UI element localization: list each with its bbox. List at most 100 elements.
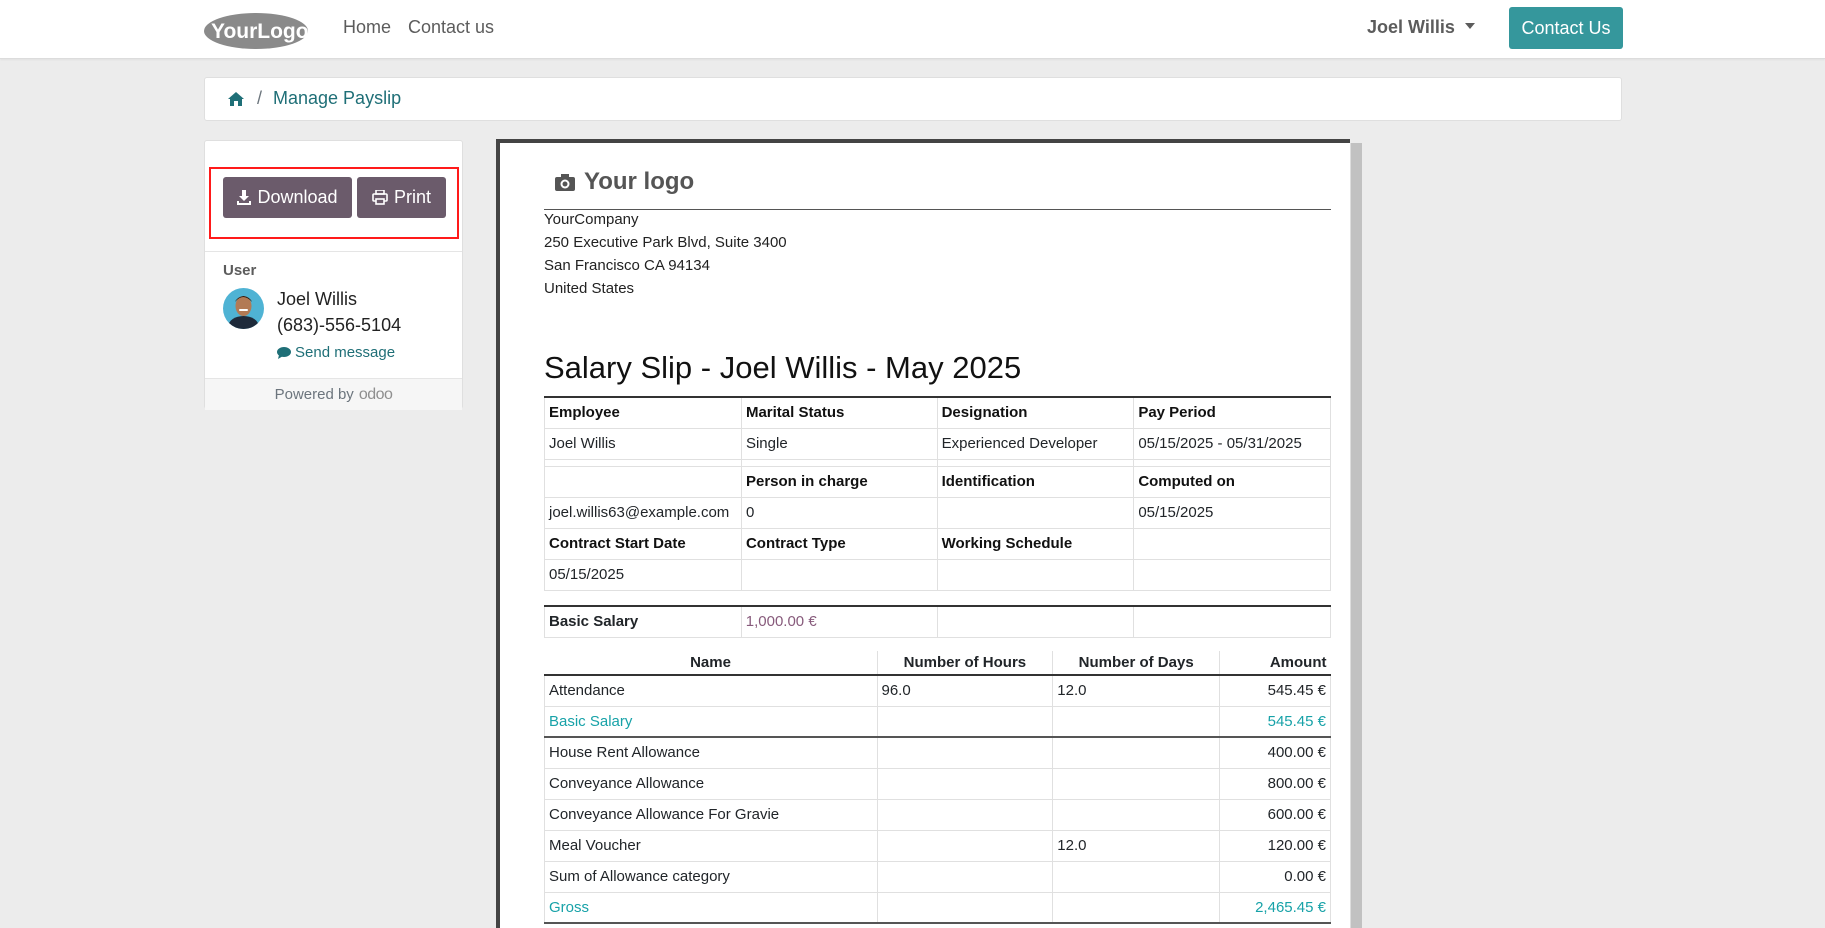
comment-icon [277, 347, 291, 359]
line-name: Basic Salary [544, 705, 878, 738]
home-icon[interactable] [227, 90, 245, 108]
marital-status-value: Single [740, 427, 938, 460]
nav-home-link[interactable]: Home [343, 17, 391, 38]
send-message-link[interactable]: Send message [277, 344, 395, 361]
table-row: Meal Voucher 12.0 120.00 € [544, 829, 1331, 862]
empty-cell [936, 605, 1135, 638]
line-hours [876, 767, 1054, 800]
company-name: YourCompany [544, 211, 639, 228]
table-row: Conveyance Allowance 800.00 € [544, 767, 1331, 800]
header-designation: Designation [936, 396, 1135, 429]
line-name: Gross [544, 891, 878, 924]
divider [205, 251, 462, 252]
line-name: Sum of Allowance category [544, 860, 878, 893]
contract-type-value [740, 558, 938, 591]
document-scrollbar[interactable] [1350, 143, 1362, 928]
line-amount: 0.00 € [1219, 860, 1331, 893]
print-button[interactable]: Print [357, 177, 446, 218]
person-in-charge-value: 0 [740, 496, 938, 529]
header-identification: Identification [936, 465, 1135, 498]
working-schedule-value [936, 558, 1135, 591]
line-days: 12.0 [1052, 829, 1221, 862]
payslip-title: Salary Slip - Joel Willis - May 2025 [544, 350, 1022, 385]
column-header-amount: Amount [1219, 651, 1331, 676]
breadcrumb-separator: / [257, 88, 263, 108]
site-logo[interactable]: YourLogo [203, 10, 309, 50]
download-button[interactable]: Download [223, 177, 352, 218]
send-message-label: Send message [295, 344, 396, 361]
download-icon [237, 190, 252, 205]
line-days [1052, 736, 1221, 769]
table-row: Basic Salary 545.45 € [544, 705, 1331, 738]
header-employee: Employee [544, 396, 742, 429]
header-rule [544, 209, 1331, 210]
line-hours [876, 705, 1054, 738]
line-name: Attendance [544, 674, 878, 707]
computed-on-value: 05/15/2025 [1133, 496, 1331, 529]
line-days: 12.0 [1052, 674, 1221, 707]
breadcrumb: / Manage Payslip [204, 77, 1622, 121]
company-address-line2: San Francisco CA 94134 [544, 257, 710, 274]
empty-cell [544, 465, 742, 498]
basic-salary-label: Basic Salary [544, 605, 742, 638]
header-contract-start-date: Contract Start Date [544, 527, 742, 560]
top-navbar: YourLogo Home Contact us Joel Willis Con… [0, 0, 1825, 59]
odoo-logo[interactable]: odoo [359, 386, 393, 404]
basic-salary-table: Basic Salary 1,000.00 € [544, 605, 1331, 638]
designation-value: Experienced Developer [936, 427, 1135, 460]
line-days [1052, 767, 1221, 800]
line-days [1052, 705, 1221, 738]
document-logo-text: Your logo [584, 168, 695, 195]
breadcrumb-current[interactable]: Manage Payslip [273, 88, 401, 109]
user-menu-name: Joel Willis [1367, 17, 1455, 37]
column-header-name: Name [544, 651, 877, 676]
employee-value: Joel Willis [544, 427, 742, 460]
empty-cell [1133, 605, 1331, 638]
user-menu-dropdown[interactable]: Joel Willis [1367, 17, 1475, 38]
salary-lines-table: Name Number of Hours Number of Days Amou… [544, 651, 1331, 924]
line-amount: 120.00 € [1219, 829, 1331, 862]
table-row: Conveyance Allowance For Gravie 600.00 € [544, 798, 1331, 831]
table-row: House Rent Allowance 400.00 € [544, 736, 1331, 769]
user-section-label: User [223, 262, 257, 279]
table-row: Attendance 96.0 12.0 545.45 € [544, 674, 1331, 707]
header-working-schedule: Working Schedule [936, 527, 1135, 560]
line-amount: 545.45 € [1219, 705, 1331, 738]
nav-contact-link[interactable]: Contact us [408, 17, 494, 38]
header-contract-type: Contract Type [740, 527, 938, 560]
line-hours [876, 736, 1054, 769]
company-address-line1: 250 Executive Park Blvd, Suite 3400 [544, 234, 787, 251]
column-header-hours: Number of Hours [876, 651, 1053, 676]
logo-text: YourLogo [211, 20, 309, 43]
avatar [223, 288, 264, 329]
line-amount: 2,465.45 € [1219, 891, 1331, 924]
company-country: United States [544, 280, 635, 297]
print-icon [372, 190, 388, 205]
line-days [1052, 860, 1221, 893]
empty-cell [1133, 527, 1331, 560]
line-name: Conveyance Allowance For Gravie [544, 798, 878, 831]
line-name: Conveyance Allowance [544, 767, 878, 800]
table-row: Gross 2,465.45 € [544, 891, 1331, 924]
contact-us-button[interactable]: Contact Us [1509, 7, 1623, 49]
print-label: Print [393, 187, 431, 207]
contract-start-date-value: 05/15/2025 [544, 558, 742, 591]
basic-salary-value: 1,000.00 € [740, 605, 938, 638]
line-days [1052, 891, 1221, 924]
header-computed-on: Computed on [1133, 465, 1331, 498]
line-hours: 96.0 [876, 674, 1054, 707]
line-hours [876, 798, 1054, 831]
column-header-days: Number of Days [1052, 651, 1220, 676]
employee-email: joel.willis63@example.com [544, 496, 742, 529]
line-amount: 400.00 € [1219, 736, 1331, 769]
powered-by-label: Powered by [274, 386, 354, 403]
header-person-in-charge: Person in charge [740, 465, 938, 498]
employee-info-table: Employee Marital Status Designation Pay … [544, 396, 1331, 591]
identification-value [936, 496, 1135, 529]
table-row: Sum of Allowance category 0.00 € [544, 860, 1331, 893]
chevron-down-icon [1464, 23, 1475, 30]
line-amount: 545.45 € [1219, 674, 1331, 707]
line-name: House Rent Allowance [544, 736, 878, 769]
header-marital-status: Marital Status [740, 396, 938, 429]
user-name: Joel Willis [277, 289, 358, 309]
